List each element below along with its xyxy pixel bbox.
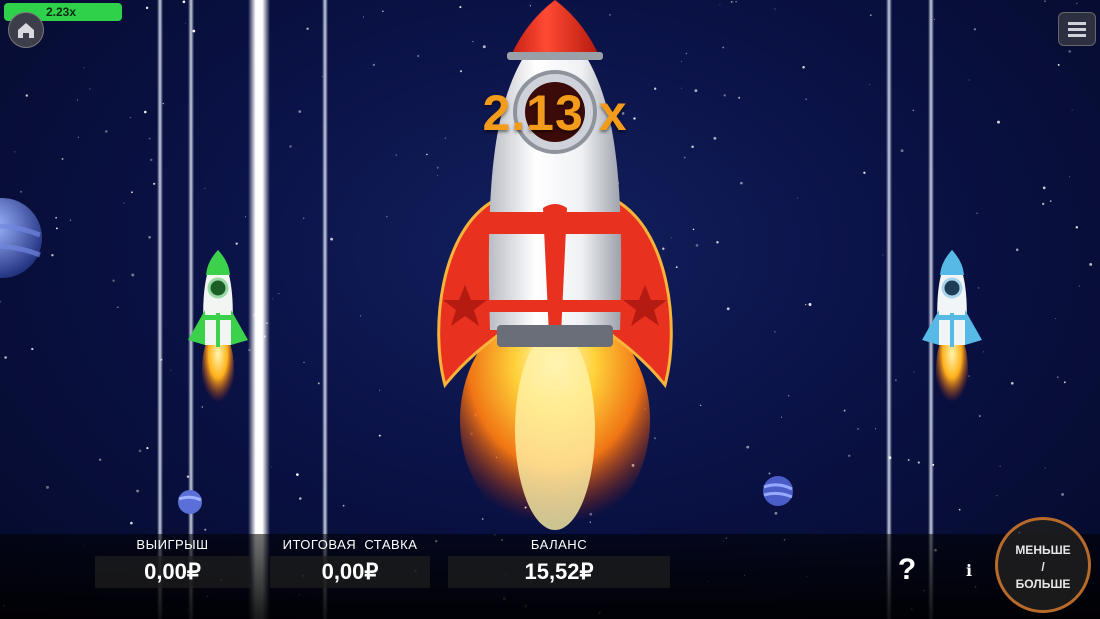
balance-value: 15,52₽ bbox=[448, 556, 670, 588]
main-rocket bbox=[437, 0, 673, 535]
home-icon bbox=[18, 23, 34, 38]
planet-large bbox=[0, 198, 42, 278]
home-button[interactable] bbox=[8, 12, 44, 48]
total-bet-label: ИТОГОВАЯ СТАВКА bbox=[282, 537, 418, 552]
planet-small bbox=[763, 476, 793, 506]
less-more-button[interactable]: МЕНЬШЕ / БОЛЬШЕ bbox=[995, 517, 1091, 613]
win-panel: ВЫИГРЫШ 0,00₽ bbox=[95, 537, 250, 588]
total-bet-panel: ИТОГОВАЯ СТАВКА 0,00₽ bbox=[270, 537, 430, 588]
balance-label: БАЛАНС bbox=[530, 537, 588, 552]
help-button[interactable]: ? bbox=[889, 551, 925, 589]
less-more-label-top: МЕНЬШЕ bbox=[1015, 543, 1071, 557]
less-more-label-slash: / bbox=[1041, 560, 1045, 574]
win-label: ВЫИГРЫШ bbox=[136, 537, 209, 552]
side-rocket-blue bbox=[922, 250, 982, 410]
game-scene: 2.13 x bbox=[0, 0, 1100, 619]
light-streak bbox=[886, 0, 892, 619]
win-value: 0,00₽ bbox=[95, 556, 250, 588]
less-more-label-bottom: БОЛЬШЕ bbox=[1015, 577, 1071, 591]
balance-panel: БАЛАНС 15,52₽ bbox=[448, 537, 670, 588]
menu-button[interactable] bbox=[1058, 12, 1096, 46]
total-bet-value: 0,00₽ bbox=[270, 556, 430, 588]
hamburger-menu-icon bbox=[1068, 22, 1086, 37]
current-multiplier: 2.13 x bbox=[482, 85, 628, 141]
info-button[interactable]: i bbox=[958, 560, 980, 582]
planet-small bbox=[178, 490, 202, 514]
light-streak bbox=[322, 0, 328, 619]
side-rocket-green bbox=[188, 250, 248, 410]
light-streak bbox=[157, 0, 163, 619]
